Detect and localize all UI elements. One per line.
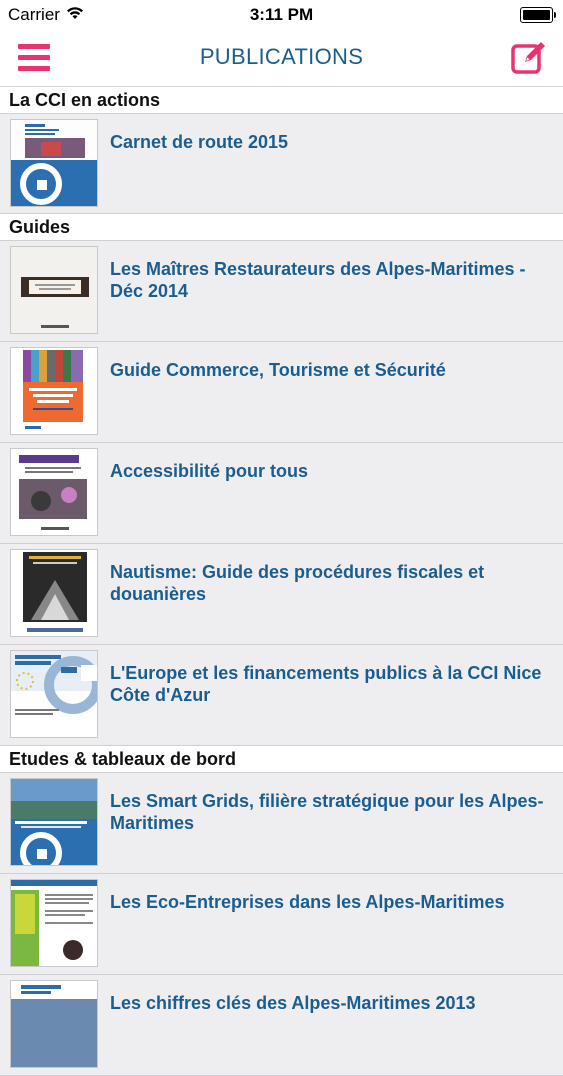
list-item[interactable]: Nautisme: Guide des procédures fiscales …	[0, 544, 563, 645]
list-item[interactable]: Les Maîtres Restaurateurs des Alpes-Mari…	[0, 241, 563, 342]
status-bar: Carrier 3:11 PM	[0, 0, 563, 30]
page-title: PUBLICATIONS	[199, 44, 364, 69]
publication-title: Les Eco-Entreprises dans les Alpes-Marit…	[110, 892, 505, 912]
list-item[interactable]: Guide Commerce, Tourisme et Sécurité	[0, 342, 563, 443]
publication-title: Les Smart Grids, filière stratégique pou…	[110, 791, 544, 833]
list-item[interactable]: Carnet de route 2015	[0, 114, 563, 214]
section-header-etudes: Etudes & tableaux de bord	[0, 746, 563, 773]
publication-cover	[10, 448, 98, 536]
navigation-bar: PUBLICATIONS	[0, 30, 563, 87]
publication-cover	[10, 246, 98, 334]
compose-button[interactable]	[511, 40, 547, 76]
publication-title: Guide Commerce, Tourisme et Sécurité	[110, 360, 446, 380]
publication-title: L'Europe et les financements publics à l…	[110, 663, 542, 705]
list-item[interactable]: Les chiffres clés des Alpes-Maritimes 20…	[0, 975, 563, 1076]
compose-icon	[511, 42, 545, 74]
list-item[interactable]: Les Eco-Entreprises dans les Alpes-Marit…	[0, 874, 563, 975]
list-item[interactable]: Les Smart Grids, filière stratégique pou…	[0, 773, 563, 874]
status-time: 3:11 PM	[249, 5, 314, 24]
publication-title: Les Maîtres Restaurateurs des Alpes-Mari…	[110, 259, 526, 301]
publication-cover	[10, 119, 98, 207]
publication-cover	[10, 778, 98, 866]
section-header-cci-actions: La CCI en actions	[0, 87, 563, 114]
battery-icon	[520, 7, 556, 23]
list-item[interactable]: L'Europe et les financements publics à l…	[0, 645, 563, 746]
publication-cover	[10, 879, 98, 967]
list-item[interactable]: Accessibilité pour tous	[0, 443, 563, 544]
publication-cover	[10, 549, 98, 637]
publication-title: Accessibilité pour tous	[110, 461, 309, 481]
publication-cover	[10, 347, 98, 435]
publications-list: La CCI en actions Carnet de route 2015 G…	[0, 87, 563, 1076]
section-header-guides: Guides	[0, 214, 563, 241]
publication-cover	[10, 650, 98, 738]
publication-cover	[10, 980, 98, 1068]
publication-title: Nautisme: Guide des procédures fiscales …	[110, 562, 485, 604]
publication-title: Carnet de route 2015	[110, 132, 289, 152]
publication-title: Les chiffres clés des Alpes-Maritimes 20…	[110, 993, 476, 1013]
